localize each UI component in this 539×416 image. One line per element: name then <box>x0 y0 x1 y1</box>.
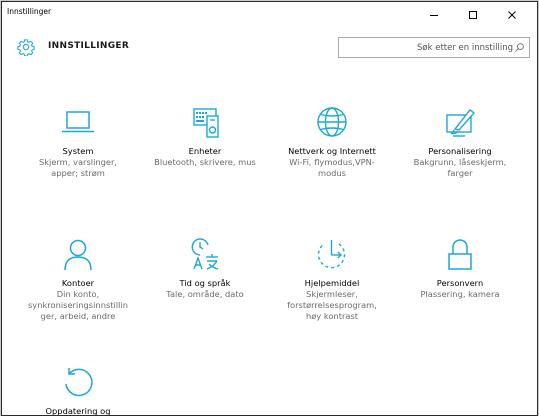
maximize-button[interactable] <box>458 4 488 26</box>
tile-accounts[interactable]: Kontoer Din konto, synkroniseringsinnsti… <box>13 237 143 322</box>
window-title: Innstillinger <box>7 7 52 16</box>
update-icon <box>65 368 93 397</box>
gear-icon <box>17 39 35 56</box>
globe-icon <box>317 107 347 137</box>
settings-header: INNSTILLINGER <box>2 30 537 70</box>
tile-devices[interactable]: Enheter Bluetooth, skrivere, mus <box>140 105 270 168</box>
devices-icon <box>193 108 219 138</box>
tile-description: Skjerm, varslinger, apper; strøm <box>38 157 118 178</box>
tile-description: Wi-Fi, flymodus,VPN- modus <box>289 157 375 178</box>
tile-title: Tid og språk <box>179 278 231 288</box>
page-title: INNSTILLINGER <box>48 41 130 51</box>
tile-system[interactable]: System Skjerm, varslinger, apper; strøm <box>13 105 143 179</box>
tile-title: Hjelpemiddel <box>304 278 360 288</box>
minimize-icon <box>430 15 438 16</box>
tile-network[interactable]: Nettverk og Internett Wi-Fi, flymodus,VP… <box>267 105 397 179</box>
tile-title: Kontoer <box>61 278 95 288</box>
tile-title: System <box>62 146 94 156</box>
close-icon <box>508 11 516 19</box>
tile-privacy[interactable]: Personvern Plassering, kamera <box>395 237 525 300</box>
tile-title: Oppdatering og <box>45 406 111 416</box>
tile-title: Enheter <box>188 146 222 156</box>
tile-ease-of-access[interactable]: Hjelpemiddel Skjermleser, forstørrelsesp… <box>267 237 397 322</box>
search-input[interactable] <box>339 38 513 57</box>
laptop-icon <box>62 111 94 133</box>
settings-window: Innstillinger INNSTILLINGER Søk etter en… <box>1 1 538 416</box>
tile-description: Plassering, kamera <box>420 289 500 299</box>
close-button[interactable] <box>497 4 527 26</box>
time-language-icon <box>191 238 219 270</box>
tile-description: Skjermleser, forstørrelsesprogram, høy k… <box>287 289 377 321</box>
person-icon <box>64 239 92 271</box>
tile-time-language[interactable]: Tid og språk Tale, område, dato <box>140 237 270 300</box>
tile-description: Tale, område, dato <box>166 289 244 299</box>
minimize-button[interactable] <box>419 4 449 26</box>
paint-icon <box>446 109 476 137</box>
tile-personalization[interactable]: Personalisering Bakgrunn, låseskjerm, fa… <box>395 105 525 179</box>
maximize-icon <box>469 11 477 19</box>
search-icon[interactable] <box>514 42 525 53</box>
tile-title: Personvern <box>436 278 484 288</box>
tile-update[interactable]: Oppdatering og <box>13 365 143 416</box>
lock-icon <box>448 239 472 270</box>
tile-title: Nettverk og Internett <box>288 146 376 156</box>
tile-description: Bakgrunn, låseskjerm, farger <box>413 157 507 178</box>
ease-of-access-icon <box>317 240 346 269</box>
tile-description: Din konto, synkroniseringsinnstillin ger… <box>27 289 129 321</box>
title-bar[interactable]: Innstillinger <box>2 2 537 30</box>
tile-title: Personalisering <box>428 146 492 156</box>
tile-description: Bluetooth, skrivere, mus <box>154 157 256 167</box>
search-box[interactable] <box>338 37 530 58</box>
